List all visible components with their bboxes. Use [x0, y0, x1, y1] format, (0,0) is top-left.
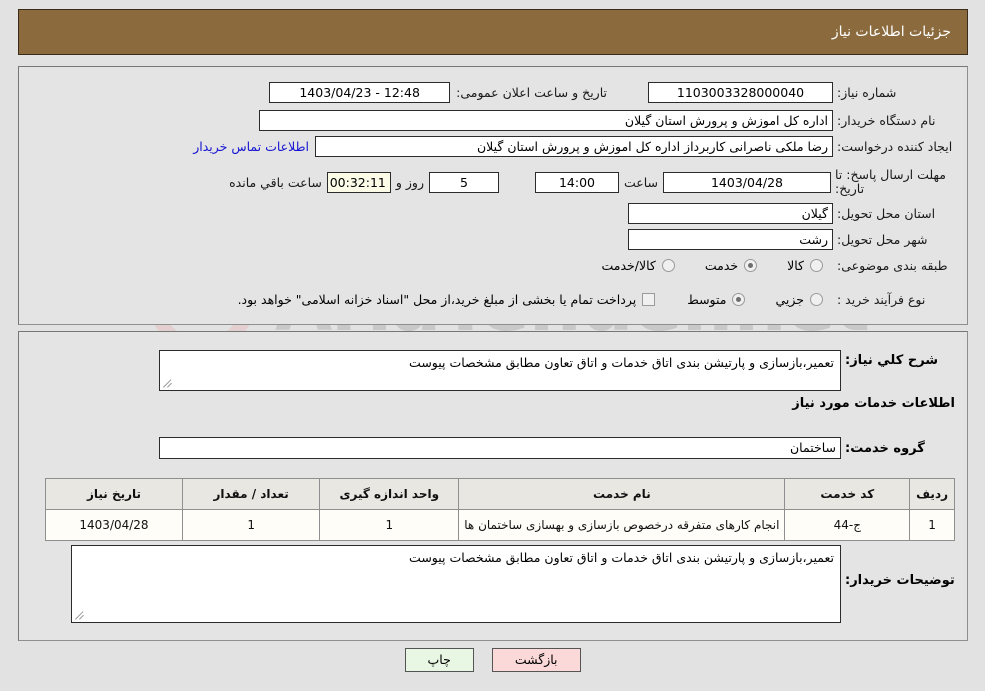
print-button[interactable]: چاپ	[404, 648, 474, 672]
radio-label-kala-khedmat: کالا/خدمت	[601, 258, 656, 273]
radio-dot-khedmat[interactable]	[744, 259, 758, 272]
resize-grip-icon-notes	[75, 610, 85, 620]
resize-grip-icon	[163, 378, 173, 388]
th-name: نام خدمت	[458, 478, 786, 510]
th-unit: واحد اندازه گیری	[319, 478, 460, 510]
buyer-notes-label: توضیحات خریدار:	[845, 573, 955, 588]
row-delivery-province: استان محل تحویل: گیلان	[628, 203, 967, 224]
radio-subject-kala[interactable]: کالا	[785, 258, 827, 273]
need-number-value: 1103003328000040	[648, 82, 833, 103]
public-announce-label: تاریخ و ساعت اعلان عمومی:	[456, 85, 607, 100]
buyer-notes-text: تعمیر،بازسازی و پارتیشن بندی اتاق خدمات …	[409, 550, 834, 565]
buyer-org-value: اداره کل اموزش و پرورش استان گیلان	[259, 110, 833, 131]
th-code: کد خدمت	[784, 478, 911, 510]
delivery-city-label: شهر محل تحویل:	[837, 232, 928, 247]
row-need-number: شماره نیاز: 1103003328000040	[648, 82, 967, 103]
cell-name: انجام کارهای متفرقه درخصوص بازسازی و بهس…	[458, 509, 786, 541]
request-creator-value: رضا ملکی ناصرانی کاربرداز اداره کل اموزش…	[315, 136, 833, 157]
service-items-table: ردیف کد خدمت نام خدمت واحد اندازه گیری ت…	[45, 478, 955, 541]
radio-process-motevaset[interactable]: متوسط	[685, 292, 749, 307]
checkbox-box-treasury[interactable]	[642, 293, 656, 306]
row-buyer-org: نام دستگاه خریدار: اداره کل اموزش و پرور…	[259, 110, 967, 131]
row-response-deadline: مهلت ارسال پاسخ: تا تاریخ: 1403/04/28 سا…	[224, 168, 967, 196]
subject-category-label: طبقه بندی موضوعی:	[837, 258, 948, 273]
page-title: جزئیات اطلاعات نیاز	[831, 24, 951, 40]
delivery-province-value: گیلان	[628, 203, 833, 224]
table-row: 1 ج-44 انجام کارهای متفرقه درخصوص بازساز…	[45, 509, 955, 541]
services-info-heading: اطلاعات خدمات مورد نیاز	[792, 396, 955, 411]
checkbox-treasury-payment[interactable]: پرداخت تمام یا بخشی از مبلغ خرید،از محل …	[236, 292, 660, 307]
purchase-process-label: نوع فرآیند خرید :	[837, 292, 926, 307]
row-general-description: شرح کلي نیاز: تعمیر،بازسازی و پارتیشن بن…	[159, 350, 955, 391]
deadline-days-word: روز و	[395, 174, 424, 190]
row-subject-category: طبقه بندی موضوعی: کالا خدمت کالا/خدمت	[599, 258, 967, 273]
row-services-heading: اطلاعات خدمات مورد نیاز	[792, 396, 955, 411]
cell-date: 1403/04/28	[45, 509, 183, 541]
cell-unit: 1	[319, 509, 460, 541]
buyer-org-label: نام دستگاه خریدار:	[837, 113, 936, 128]
th-date: تاریخ نیاز	[45, 478, 183, 510]
th-quantity: تعداد / مقدار	[181, 478, 321, 510]
deadline-remaining-word: ساعت باقي مانده	[229, 174, 322, 190]
back-button[interactable]: بازگشت	[491, 648, 581, 672]
radio-label-khedmat: خدمت	[704, 258, 739, 273]
radio-subject-kala-khedmat[interactable]: کالا/خدمت	[599, 258, 678, 273]
service-group-value[interactable]: ساختمان	[159, 437, 841, 459]
request-creator-label: ایجاد کننده درخواست:	[837, 139, 953, 154]
delivery-city-value: رشت	[628, 229, 833, 250]
public-announce-value: 12:48 - 1403/04/23	[269, 82, 451, 103]
row-request-creator: ایجاد کننده درخواست: رضا ملکی ناصرانی کا…	[193, 136, 967, 157]
radio-subject-khedmat[interactable]: خدمت	[703, 258, 761, 273]
deadline-date-value: 1403/04/28	[663, 171, 831, 193]
service-group-label: گروه خدمت:	[845, 440, 925, 456]
radio-process-jozei[interactable]: جزیي	[773, 292, 827, 307]
row-buyer-notes: توضیحات خریدار: تعمیر،بازسازی و پارتیشن …	[71, 545, 955, 623]
radio-dot-motevaset[interactable]	[732, 293, 746, 306]
radio-dot-kala[interactable]	[810, 259, 823, 272]
response-deadline-label: مهلت ارسال پاسخ: تا تاریخ:	[835, 167, 946, 196]
checkbox-label-treasury: پرداخت تمام یا بخشی از مبلغ خرید،از محل …	[237, 292, 637, 307]
row-public-announce: تاریخ و ساعت اعلان عمومی: 12:48 - 1403/0…	[269, 82, 607, 103]
general-description-text: تعمیر،بازسازی و پارتیشن بندی اتاق خدمات …	[409, 355, 834, 370]
need-number-label: شماره نیاز:	[837, 85, 897, 100]
cell-code: ج-44	[784, 509, 911, 541]
radio-dot-jozei[interactable]	[810, 293, 823, 306]
deadline-time-word: ساعت	[623, 174, 658, 190]
th-radif: ردیف	[909, 478, 955, 510]
radio-dot-kala-khedmat[interactable]	[661, 259, 675, 272]
radio-label-motevaset: متوسط	[687, 292, 727, 307]
table-header-row: ردیف کد خدمت نام خدمت واحد اندازه گیری ت…	[45, 478, 955, 510]
row-delivery-city: شهر محل تحویل: رشت	[628, 229, 967, 250]
page-header-bar: جزئیات اطلاعات نیاز	[18, 9, 968, 55]
delivery-province-label: استان محل تحویل:	[837, 206, 936, 221]
radio-label-kala: کالا	[787, 258, 804, 273]
buyer-contact-link[interactable]: اطلاعات تماس خریدار	[193, 139, 315, 154]
radio-label-jozei: جزیي	[775, 292, 804, 307]
cell-quantity: 1	[181, 509, 321, 541]
deadline-countdown-timer: 00:32:11	[326, 171, 391, 193]
row-purchase-process-type: نوع فرآیند خرید : جزیي متوسط پرداخت تمام…	[236, 292, 967, 307]
row-service-group: گروه خدمت: ساختمان	[159, 437, 955, 459]
buyer-notes-value[interactable]: تعمیر،بازسازی و پارتیشن بندی اتاق خدمات …	[71, 545, 841, 623]
action-button-bar: بازگشت چاپ	[0, 648, 985, 672]
general-description-value[interactable]: تعمیر،بازسازی و پارتیشن بندی اتاق خدمات …	[159, 350, 841, 391]
deadline-time-value: 14:00	[534, 171, 619, 193]
cell-radif: 1	[909, 509, 955, 541]
deadline-days-value: 5	[428, 171, 499, 193]
general-description-label: شرح کلي نیاز:	[845, 353, 939, 368]
